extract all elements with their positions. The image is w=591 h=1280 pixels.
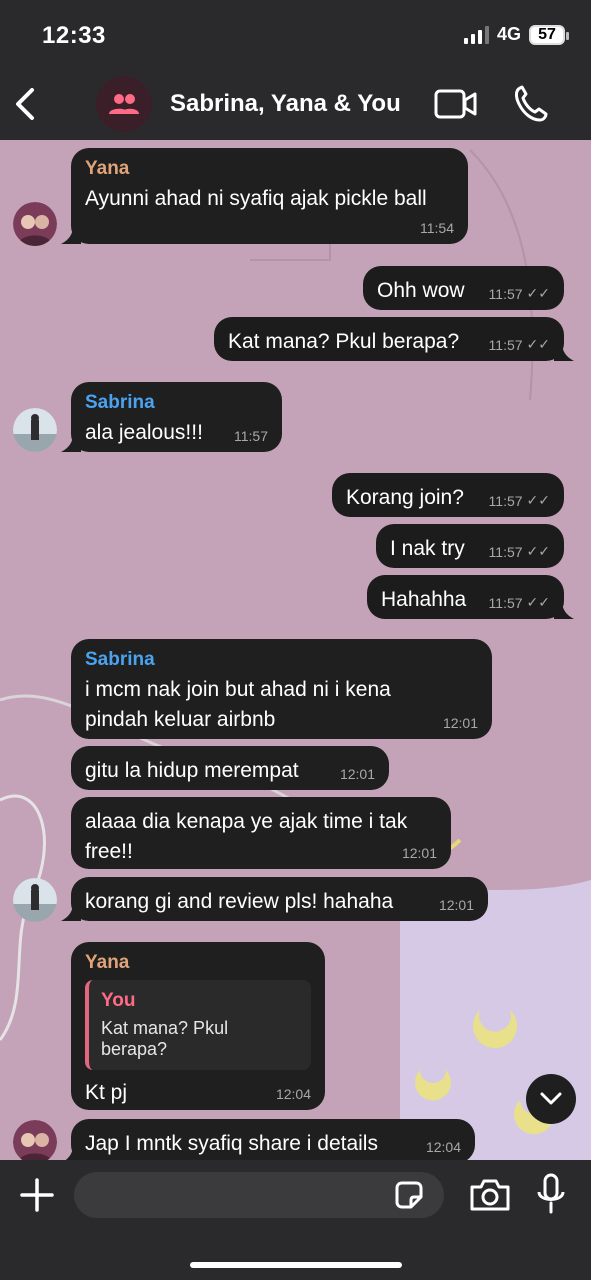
camera-icon — [470, 1179, 510, 1211]
bubble-tail — [61, 434, 81, 452]
message-text-line: pindah keluar airbnb — [85, 708, 276, 731]
phone-icon — [515, 85, 548, 122]
microphone-icon — [537, 1173, 565, 1214]
message-time: 12:01 — [401, 845, 437, 861]
message-time: 12:01 — [438, 897, 474, 913]
message-time: 12:01 — [339, 766, 375, 782]
message-text: korang gi and review pls! hahaha — [85, 890, 394, 913]
top-bar: 12:33 4G 57 Sabrina, Yana & You — [0, 0, 591, 140]
composer-bar — [0, 1160, 591, 1280]
back-button[interactable] — [10, 84, 46, 124]
message-bubble[interactable]: Yana You Kat mana? Pkul berapa? Kt pj 12… — [71, 942, 325, 1110]
message-time: 11:57 — [488, 594, 523, 611]
chat-header: Sabrina, Yana & You — [0, 70, 591, 140]
bubble-tail — [61, 226, 81, 244]
double-check-icon: ✓✓ — [526, 336, 550, 352]
message-time: 11:57 — [488, 543, 523, 560]
network-label: 4G — [496, 24, 521, 44]
message-time: 12:04 — [425, 1139, 461, 1155]
microphone-button[interactable] — [536, 1172, 566, 1216]
status-time: 12:33 — [42, 22, 106, 49]
avatar-yana[interactable] — [13, 1120, 57, 1160]
message-bubble[interactable]: Ohh wow 11:57 ✓✓ — [363, 266, 564, 310]
group-icon — [109, 94, 139, 114]
sender-name: Sabrina — [85, 649, 155, 670]
sender-name: Sabrina — [85, 392, 155, 413]
voice-call-button[interactable] — [512, 84, 548, 124]
bubble-tail — [554, 601, 574, 619]
avatar-sabrina[interactable] — [13, 408, 57, 452]
quoted-reply[interactable]: You Kat mana? Pkul berapa? — [85, 980, 311, 1070]
group-avatar[interactable] — [96, 76, 152, 132]
sticker-button[interactable] — [392, 1178, 426, 1212]
message-time: 11:57 — [234, 428, 268, 444]
sender-name: Yana — [85, 158, 130, 179]
status-indicators: 4G 57 — [463, 24, 569, 45]
battery-icon: 57 — [529, 24, 569, 45]
double-check-icon: ✓✓ — [526, 594, 550, 610]
scroll-to-bottom-button[interactable] — [526, 1074, 576, 1124]
camera-button[interactable] — [468, 1176, 512, 1214]
sender-name: Yana — [85, 952, 130, 973]
message-time: 12:01 — [442, 715, 478, 731]
double-check-icon: ✓✓ — [526, 285, 550, 301]
message-bubble[interactable]: Sabrina ala jealous!!! 11:57 — [61, 382, 282, 452]
message-text: Jap I mntk syafiq share i details — [85, 1132, 378, 1155]
bubble-tail — [61, 903, 81, 921]
double-check-icon: ✓✓ — [526, 543, 550, 559]
message-time: 11:54 — [420, 220, 454, 236]
message-bubble[interactable]: Kat mana? Pkul berapa? 11:57 ✓✓ — [214, 317, 574, 361]
status-bar: 12:33 4G 57 — [0, 0, 591, 70]
message-text: gitu la hidup merempat — [85, 759, 299, 782]
message-text: Ayunni ahad ni syafiq ajak pickle ball — [85, 187, 427, 210]
message-bubble[interactable]: Sabrina i mcm nak join but ahad ni i ken… — [71, 639, 492, 739]
home-indicator — [190, 1262, 402, 1268]
chevron-left-icon — [16, 88, 34, 120]
message-text-line: alaaa dia kenapa ye ajak time i tak — [85, 810, 408, 833]
sticker-icon — [395, 1181, 423, 1209]
chevron-down-icon — [540, 1092, 562, 1105]
message-time: 12:04 — [275, 1086, 311, 1102]
bubble-tail — [65, 1145, 81, 1160]
message-time: 11:57 — [488, 492, 523, 509]
message-bubble[interactable]: Yana Ayunni ahad ni syafiq ajak pickle b… — [61, 148, 468, 244]
message-time: 11:57 — [488, 336, 523, 353]
signal-icon — [463, 25, 489, 44]
message-time: 11:57 — [488, 285, 523, 302]
plus-icon — [20, 1178, 54, 1212]
message-bubble[interactable]: Hahahha 11:57 ✓✓ — [367, 575, 574, 619]
double-check-icon: ✓✓ — [526, 492, 550, 508]
message-text-line: i mcm nak join but ahad ni i kena — [85, 678, 391, 701]
message-bubble[interactable]: Korang join? 11:57 ✓✓ — [332, 473, 564, 517]
bubble-tail — [554, 343, 574, 361]
avatar-yana[interactable] — [13, 202, 57, 246]
message-bubble[interactable]: gitu la hidup merempat 12:01 — [71, 746, 389, 790]
message-text-line: free!! — [85, 840, 133, 863]
chat-area[interactable]: Yana Ayunni ahad ni syafiq ajak pickle b… — [0, 140, 591, 1160]
battery-level: 57 — [538, 25, 556, 43]
quoted-sender: You — [101, 990, 136, 1011]
message-bubble[interactable]: Jap I mntk syafiq share i details 12:04 — [65, 1119, 475, 1160]
message-input[interactable] — [74, 1172, 444, 1218]
quoted-text: Kat mana? Pkul berapa? — [101, 1018, 229, 1059]
attach-button[interactable] — [18, 1176, 56, 1214]
message-bubble[interactable]: alaaa dia kenapa ye ajak time i tak free… — [71, 797, 451, 869]
message-bubble[interactable]: I nak try 11:57 ✓✓ — [376, 524, 564, 568]
chat-title[interactable]: Sabrina, Yana & You — [170, 90, 401, 118]
video-call-button[interactable] — [434, 86, 478, 122]
video-camera-icon — [434, 89, 477, 119]
message-bubble[interactable]: korang gi and review pls! hahaha 12:01 — [61, 877, 488, 921]
avatar-sabrina[interactable] — [13, 878, 57, 922]
